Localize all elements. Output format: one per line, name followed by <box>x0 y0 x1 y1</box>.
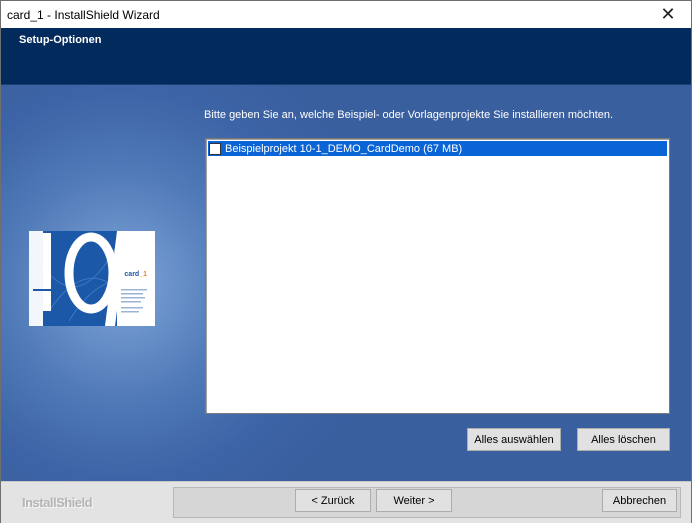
product-logo-image: card_1 <box>29 231 155 326</box>
next-button[interactable]: Weiter > <box>376 489 452 512</box>
project-listbox[interactable]: Beispielprojekt 10-1_DEMO_CardDemo (67 M… <box>205 138 670 414</box>
close-icon: ✕ <box>660 4 676 24</box>
logo-graphic <box>29 231 155 326</box>
title-bar: card_1 - InstallShield Wizard ✕ <box>1 1 691 28</box>
back-label: < Zurück <box>311 494 355 507</box>
window-title: card_1 - InstallShield Wizard <box>7 7 160 22</box>
close-button[interactable]: ✕ <box>645 1 691 28</box>
installer-window: card_1 - InstallShield Wizard ✕ Setup-Op… <box>0 0 692 523</box>
content-area: card_1 Bitte geben Sie an, welche Beispi… <box>1 85 691 481</box>
clear-all-button[interactable]: Alles löschen <box>577 428 670 451</box>
cancel-button[interactable]: Abbrechen <box>602 489 677 512</box>
list-item[interactable]: Beispielprojekt 10-1_DEMO_CardDemo (67 M… <box>208 141 667 156</box>
select-all-label: Alles auswählen <box>474 433 554 446</box>
item-checkbox[interactable] <box>209 142 221 155</box>
select-all-button[interactable]: Alles auswählen <box>467 428 561 451</box>
next-label: Weiter > <box>393 494 435 507</box>
logo-brand: card_1 <box>124 271 147 278</box>
installshield-brand: InstallShield <box>22 495 93 510</box>
cancel-label: Abbrechen <box>612 494 667 507</box>
list-item-label: Beispielprojekt 10-1_DEMO_CardDemo (67 M… <box>225 142 463 155</box>
header-banner: Setup-Optionen <box>1 28 691 85</box>
clear-all-label: Alles löschen <box>591 433 656 446</box>
instruction-text: Bitte geben Sie an, welche Beispiel- ode… <box>204 109 614 121</box>
page-title: Setup-Optionen <box>19 34 102 46</box>
back-button[interactable]: < Zurück <box>295 489 371 512</box>
